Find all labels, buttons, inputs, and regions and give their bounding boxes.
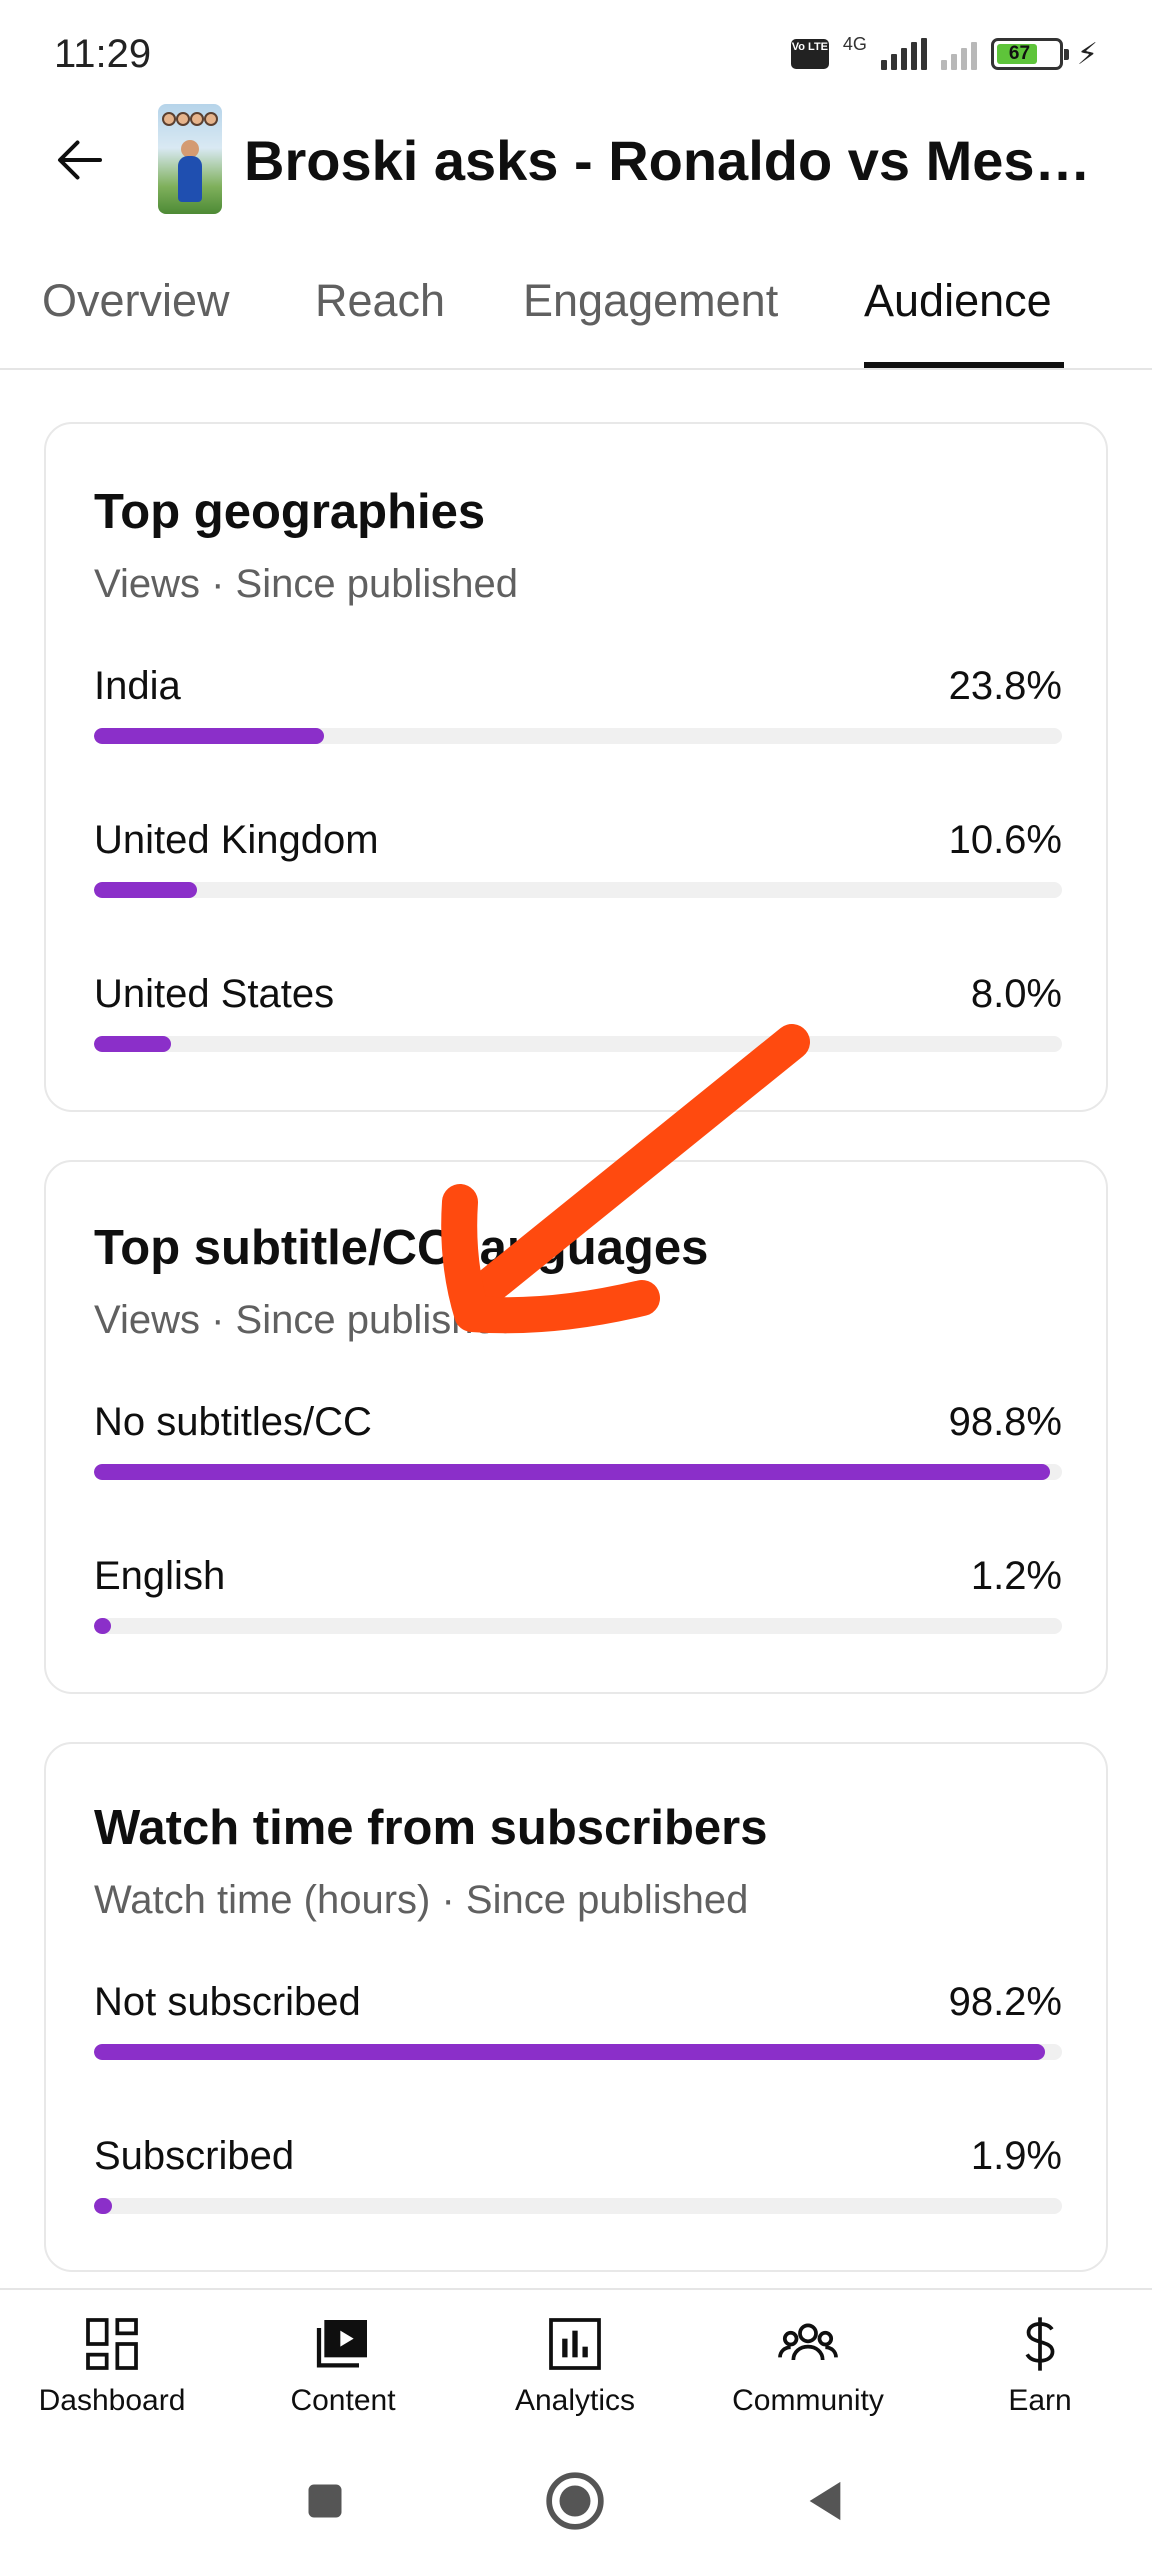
home-button[interactable] (540, 2466, 610, 2536)
tab-reach[interactable]: Reach (315, 275, 445, 327)
card-title: Watch time from subscribers (94, 1801, 768, 1855)
battery-icon: 67 (990, 38, 1069, 70)
list-item: United Kingdom 10.6% (94, 818, 1062, 938)
content-icon (316, 2320, 367, 2368)
analytics-tabs: Overview Reach Engagement Audience (0, 230, 1152, 370)
nav-label: Dashboard (38, 2384, 186, 2417)
tab-audience[interactable]: Audience (864, 275, 1052, 327)
bar-fill (94, 728, 325, 744)
active-tab-indicator (864, 362, 1064, 368)
row-label: India (94, 664, 181, 708)
card-subtitle: Watch time (hours) · Since published (94, 1878, 749, 1922)
row-label: United Kingdom (94, 818, 379, 862)
signal-no-service-icon (940, 38, 977, 70)
bottom-navigation: Dashboard Content Analytics Community Ea… (0, 2288, 1152, 2438)
bar-track (94, 1464, 1062, 1480)
bar-fill (94, 2198, 113, 2214)
bar-track (94, 1618, 1062, 1634)
row-value: 1.9% (970, 2134, 1062, 2178)
bar-track (94, 2198, 1062, 2214)
community-icon (778, 2323, 838, 2361)
nav-earn[interactable]: Earn (940, 2304, 1140, 2434)
nav-label: Community (732, 2384, 884, 2417)
tab-engagement[interactable]: Engagement (523, 275, 778, 327)
nav-community[interactable]: Community (708, 2304, 908, 2434)
nav-content[interactable]: Content (243, 2304, 443, 2434)
tab-overview[interactable]: Overview (42, 275, 230, 327)
list-item: English 1.2% (94, 1554, 1062, 1674)
video-title: Broski asks - Ronaldo vs Mess… (244, 129, 1114, 192)
audience-content[interactable]: Top geographies Views · Since published … (0, 372, 1152, 2288)
charging-icon: ⚡︎ (1076, 37, 1098, 71)
square-icon (308, 2484, 342, 2518)
watch-time-subscribers-card: Watch time from subscribers Watch time (… (44, 1742, 1108, 2272)
recents-button[interactable] (290, 2466, 360, 2536)
back-button[interactable] (40, 120, 120, 200)
row-value: 98.2% (948, 1980, 1062, 2024)
status-icons: Vo LTE 4G 67 ⚡︎ (790, 33, 1098, 74)
bar-fill (94, 882, 197, 898)
row-value: 98.8% (948, 1400, 1062, 1444)
analytics-icon (549, 2318, 601, 2370)
back-arrow-icon (58, 140, 102, 180)
nav-dashboard[interactable]: Dashboard (12, 2304, 212, 2434)
list-item: India 23.8% (94, 664, 1062, 784)
card-subtitle: Views · Since published (94, 562, 518, 606)
bar-track (94, 2044, 1062, 2060)
nav-label: Earn (1008, 2384, 1072, 2417)
row-label: English (94, 1554, 226, 1598)
signal-strength-icon (880, 38, 927, 70)
row-label: United States (94, 972, 335, 1016)
status-time: 11:29 (54, 32, 152, 76)
list-item: Subscribed 1.9% (94, 2134, 1062, 2254)
annotation-arrow-icon (441, 1024, 810, 1334)
battery-level: 67 (996, 44, 1038, 64)
bar-track (94, 728, 1062, 744)
row-value: 10.6% (948, 818, 1062, 862)
bar-fill (94, 1464, 1051, 1480)
list-item: Not subscribed 98.2% (94, 1980, 1062, 2100)
row-value: 1.2% (970, 1554, 1062, 1598)
status-bar: 11:29 Vo LTE 4G 67 ⚡︎ (0, 0, 1152, 100)
list-item: No subtitles/CC 98.8% (94, 1400, 1062, 1520)
volte-icon: Vo LTE (790, 39, 829, 69)
nav-analytics[interactable]: Analytics (475, 2304, 675, 2434)
bar-track (94, 882, 1062, 898)
analytics-screen: 11:29 Vo LTE 4G 67 ⚡︎ Broski asks - Rona… (0, 0, 1152, 2560)
bar-fill (94, 2044, 1045, 2060)
nav-label: Content (290, 2384, 396, 2417)
row-label: Not subscribed (94, 1980, 361, 2024)
system-navigation-bar (0, 2440, 1152, 2560)
home-circle-icon (546, 2472, 604, 2530)
row-label: Subscribed (94, 2134, 295, 2178)
header: Broski asks - Ronaldo vs Mess… (0, 100, 1152, 220)
row-value: 23.8% (948, 664, 1062, 708)
video-thumbnail[interactable] (158, 104, 222, 214)
row-value: 8.0% (970, 972, 1062, 1016)
back-system-button[interactable] (790, 2466, 860, 2536)
triangle-back-icon (809, 2481, 841, 2521)
bar-fill (94, 1036, 172, 1052)
bar-fill (94, 1618, 112, 1634)
row-label: No subtitles/CC (94, 1400, 372, 1444)
network-type: 4G (842, 33, 867, 54)
card-title: Top geographies (94, 485, 486, 539)
earn-icon (1025, 2317, 1055, 2371)
dashboard-icon (86, 2318, 138, 2370)
nav-label: Analytics (514, 2384, 636, 2417)
